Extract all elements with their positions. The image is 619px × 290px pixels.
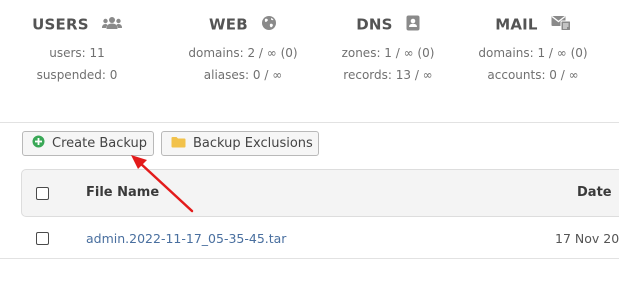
- stat-mail-domains: domains: 1 / ∞ (0): [478, 46, 588, 60]
- divider: [0, 122, 619, 123]
- stat-mail-accounts: accounts: 0 / ∞: [487, 68, 579, 82]
- stat-dns-title: DNS: [356, 15, 393, 34]
- row-divider: [0, 258, 619, 259]
- backup-date: 17 Nov 2022: [555, 231, 619, 246]
- create-backup-button[interactable]: Create Backup: [22, 131, 154, 156]
- select-all-checkbox[interactable]: [36, 187, 49, 200]
- stat-web-title: WEB: [209, 15, 248, 34]
- stat-users-title: USERS: [32, 15, 89, 34]
- address-book-icon: [406, 15, 420, 35]
- column-header-file-name[interactable]: File Name: [86, 185, 159, 200]
- stat-web-aliases: aliases: 0 / ∞: [203, 68, 283, 82]
- stat-users-suspended: suspended: 0: [36, 68, 118, 82]
- mail-icon: [551, 15, 571, 35]
- backup-exclusions-button[interactable]: Backup Exclusions: [161, 131, 319, 156]
- folder-icon: [171, 136, 186, 152]
- stat-dns-header: DNS: [313, 14, 463, 34]
- stat-dns-zones: zones: 1 / ∞ (0): [341, 46, 435, 60]
- stat-users-header: USERS: [2, 14, 152, 34]
- row-checkbox[interactable]: [36, 232, 49, 245]
- table-header: File Name Date: [21, 169, 619, 217]
- plus-circle-icon: [32, 135, 45, 152]
- stat-mail-title: MAIL: [495, 15, 538, 34]
- backup-file-link[interactable]: admin.2022-11-17_05-35-45.tar: [86, 231, 286, 246]
- stat-mail-header: MAIL: [458, 14, 608, 34]
- stat-web-domains: domains: 2 / ∞ (0): [188, 46, 298, 60]
- stats-panel: USERS users: 11 suspended: 0 WEB domains…: [0, 0, 619, 122]
- stat-dns-records: records: 13 / ∞: [343, 68, 433, 82]
- stat-users-count: users: 11: [49, 46, 105, 60]
- column-header-date[interactable]: Date: [577, 185, 612, 200]
- backup-exclusions-label: Backup Exclusions: [193, 136, 313, 151]
- stat-web-header: WEB: [168, 14, 318, 34]
- users-icon: [101, 15, 122, 34]
- create-backup-label: Create Backup: [52, 136, 147, 151]
- globe-icon: [261, 15, 277, 35]
